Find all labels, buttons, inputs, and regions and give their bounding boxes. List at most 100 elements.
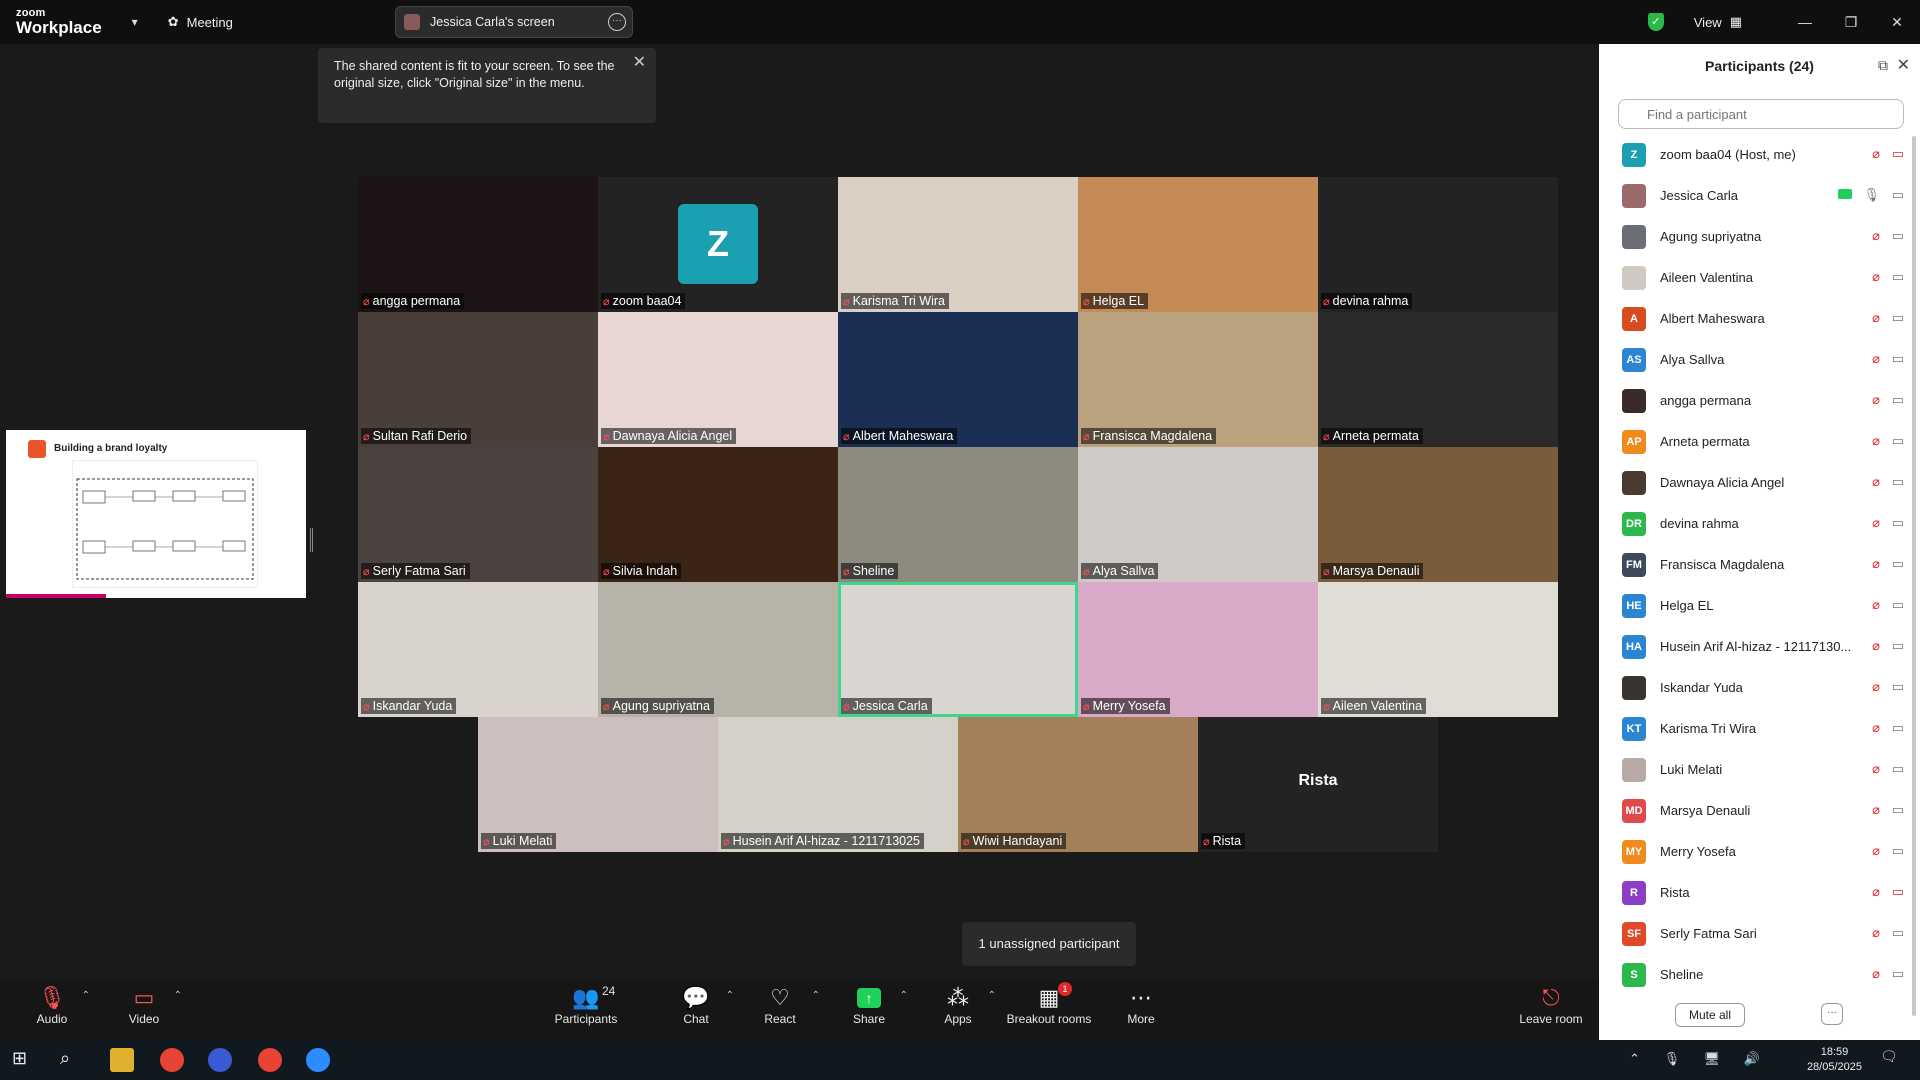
- participant-row[interactable]: Iskandar Yuda ⌀ ▭: [1599, 667, 1920, 708]
- chevron-up-icon[interactable]: ⌃: [174, 990, 182, 1001]
- mic-muted-icon[interactable]: ⌀: [1872, 761, 1880, 777]
- breakout-rooms-button[interactable]: ▦ 1 Breakout rooms: [1004, 982, 1094, 1026]
- video-button[interactable]: ▭ Video ⌃: [124, 984, 182, 1026]
- participant-row[interactable]: Zzoom baa04 (Host, me) ⌀ ▭: [1599, 134, 1920, 175]
- participant-row[interactable]: MY Merry Yosefa ⌀ ▭: [1599, 831, 1920, 872]
- participant-row[interactable]: Agung supriyatna ⌀ ▭: [1599, 216, 1920, 257]
- participant-row[interactable]: A Albert Maheswara ⌀ ▭: [1599, 298, 1920, 339]
- chevron-up-icon[interactable]: ⌃: [988, 990, 996, 1001]
- video-tile[interactable]: ⌀ Sheline: [838, 447, 1078, 582]
- video-tile[interactable]: Z ⌀ zoom baa04: [598, 177, 838, 312]
- participant-row[interactable]: DR devina rahma ⌀ ▭: [1599, 503, 1920, 544]
- participant-row[interactable]: HE Helga EL ⌀ ▭: [1599, 585, 1920, 626]
- video-icon[interactable]: ▭: [1892, 433, 1904, 449]
- video-icon[interactable]: ▭: [1892, 556, 1904, 572]
- participant-row[interactable]: SF Serly Fatma Sari ⌀ ▭: [1599, 913, 1920, 954]
- video-icon[interactable]: ▭: [1892, 269, 1904, 285]
- video-tile[interactable]: ⌀ Merry Yosefa: [1078, 582, 1318, 717]
- chevron-up-icon[interactable]: ⌃: [726, 990, 734, 1001]
- share-options-icon[interactable]: ···: [608, 13, 626, 31]
- video-icon[interactable]: ▭: [1892, 679, 1904, 695]
- view-button[interactable]: View ▦: [1694, 14, 1742, 30]
- taskbar-clock[interactable]: 18:59 28/05/2025: [1807, 1045, 1862, 1075]
- mic-muted-icon[interactable]: ⌀: [1872, 843, 1880, 859]
- video-icon[interactable]: ▭: [1892, 187, 1904, 203]
- participant-search-input[interactable]: [1618, 99, 1904, 129]
- participant-row[interactable]: Aileen Valentina ⌀ ▭: [1599, 257, 1920, 298]
- mic-muted-icon[interactable]: ⌀: [1872, 310, 1880, 326]
- video-tile[interactable]: ⌀ Helga EL: [1078, 177, 1318, 312]
- video-tile[interactable]: Rista ⌀ Rista: [1198, 717, 1438, 852]
- mute-all-button[interactable]: Mute all: [1675, 1003, 1745, 1027]
- scrollbar[interactable]: [1912, 136, 1916, 1016]
- video-tile[interactable]: ⌀ Husein Arif Al-hizaz - 1211713025: [718, 717, 958, 852]
- video-tile[interactable]: ⌀ Iskandar Yuda: [358, 582, 598, 717]
- video-tile[interactable]: ⌀ angga permana: [358, 177, 598, 312]
- video-tile[interactable]: ⌀ Jessica Carla: [838, 582, 1078, 717]
- video-icon[interactable]: ▭: [1892, 228, 1904, 244]
- windows-start-icon[interactable]: ⊞: [12, 1048, 36, 1072]
- participant-row[interactable]: Dawnaya Alicia Angel ⌀ ▭: [1599, 462, 1920, 503]
- chrome-icon[interactable]: [160, 1048, 184, 1072]
- close-icon[interactable]: ✕: [1874, 14, 1920, 31]
- react-button[interactable]: ♡ React ⌃: [762, 984, 820, 1026]
- mic-muted-icon[interactable]: ⌀: [1872, 433, 1880, 449]
- mic-muted-icon[interactable]: ⌀: [1872, 884, 1880, 900]
- video-tile[interactable]: ⌀ Alya Sallva: [1078, 447, 1318, 582]
- video-tile[interactable]: ⌀ devina rahma: [1318, 177, 1558, 312]
- video-tile[interactable]: ⌀ Arneta permata: [1318, 312, 1558, 447]
- chat-button[interactable]: 💬 Chat ⌃: [680, 984, 734, 1026]
- video-tile[interactable]: ⌀ Aileen Valentina: [1318, 582, 1558, 717]
- restore-icon[interactable]: ❐: [1828, 14, 1874, 31]
- video-tile[interactable]: ⌀ Albert Maheswara: [838, 312, 1078, 447]
- shared-screen-pill[interactable]: Jessica Carla's screen ···: [395, 6, 633, 38]
- chevron-up-icon[interactable]: ⌃: [900, 990, 908, 1001]
- video-tile[interactable]: ⌀ Fransisca Magdalena: [1078, 312, 1318, 447]
- mic-muted-icon[interactable]: ⌀: [1872, 515, 1880, 531]
- video-tile[interactable]: ⌀ Marsya Denauli: [1318, 447, 1558, 582]
- video-icon[interactable]: ▭: [1892, 474, 1904, 490]
- participant-row[interactable]: Luki Melati ⌀ ▭: [1599, 749, 1920, 790]
- video-icon[interactable]: ▭: [1892, 597, 1904, 613]
- mic-muted-icon[interactable]: ⌀: [1872, 392, 1880, 408]
- video-icon[interactable]: ▭: [1892, 802, 1904, 818]
- chevron-down-icon[interactable]: ▾: [132, 15, 138, 29]
- apps-button[interactable]: ⁂ Apps ⌃: [942, 984, 996, 1026]
- audio-button[interactable]: 🎙 Audio ⌃: [32, 984, 90, 1026]
- video-icon[interactable]: ▭: [1892, 638, 1904, 654]
- video-tile[interactable]: ⌀ Sultan Rafi Derio: [358, 312, 598, 447]
- shared-screen-thumbnail[interactable]: Building a brand loyalty: [6, 430, 306, 598]
- system-tray-icons[interactable]: ⌃ 🎙 🖥 🔊: [1629, 1051, 1770, 1067]
- participants-button[interactable]: 👥 24 Participants: [548, 984, 624, 1026]
- video-icon[interactable]: ▭: [1892, 720, 1904, 736]
- video-tile[interactable]: ⌀ Serly Fatma Sari: [358, 447, 598, 582]
- video-tile[interactable]: ⌀ Luki Melati: [478, 717, 718, 852]
- leave-room-button[interactable]: ⎋ Leave room: [1516, 984, 1586, 1026]
- participant-row[interactable]: Jessica Carla 🎙 ▭: [1599, 175, 1920, 216]
- video-icon[interactable]: ▭: [1892, 392, 1904, 408]
- mic-muted-icon[interactable]: ⌀: [1872, 146, 1880, 162]
- video-tile[interactable]: ⌀ Agung supriyatna: [598, 582, 838, 717]
- minimize-icon[interactable]: —: [1782, 14, 1828, 30]
- participant-row[interactable]: AP Arneta permata ⌀ ▭: [1599, 421, 1920, 462]
- mic-muted-icon[interactable]: ⌀: [1872, 351, 1880, 367]
- notification-icon[interactable]: 🗨: [1880, 1048, 1904, 1072]
- zoom-taskbar-icon[interactable]: [306, 1048, 330, 1072]
- participant-row[interactable]: FM Fransisca Magdalena ⌀ ▭: [1599, 544, 1920, 585]
- participant-row[interactable]: KT Karisma Tri Wira ⌀ ▭: [1599, 708, 1920, 749]
- video-icon[interactable]: ▭: [1892, 843, 1904, 859]
- chevron-up-icon[interactable]: ⌃: [812, 990, 820, 1001]
- mic-muted-icon[interactable]: ⌀: [1872, 638, 1880, 654]
- video-off-icon[interactable]: ▭: [1892, 146, 1904, 162]
- mic-muted-icon[interactable]: ⌀: [1872, 269, 1880, 285]
- participant-row[interactable]: S Sheline ⌀ ▭: [1599, 954, 1920, 995]
- video-icon[interactable]: ▭: [1892, 310, 1904, 326]
- search-icon[interactable]: ⌕: [60, 1048, 84, 1072]
- pop-out-icon[interactable]: ⧉: [1878, 57, 1888, 74]
- video-tile[interactable]: ⌀ Silvia Indah: [598, 447, 838, 582]
- meeting-menu[interactable]: ✿ Meeting: [168, 14, 233, 30]
- video-off-icon[interactable]: ▭: [1892, 884, 1904, 900]
- chevron-up-icon[interactable]: ⌃: [82, 990, 90, 1001]
- unassigned-participant-banner[interactable]: 1 unassigned participant: [962, 922, 1136, 966]
- mic-muted-icon[interactable]: ⌀: [1872, 556, 1880, 572]
